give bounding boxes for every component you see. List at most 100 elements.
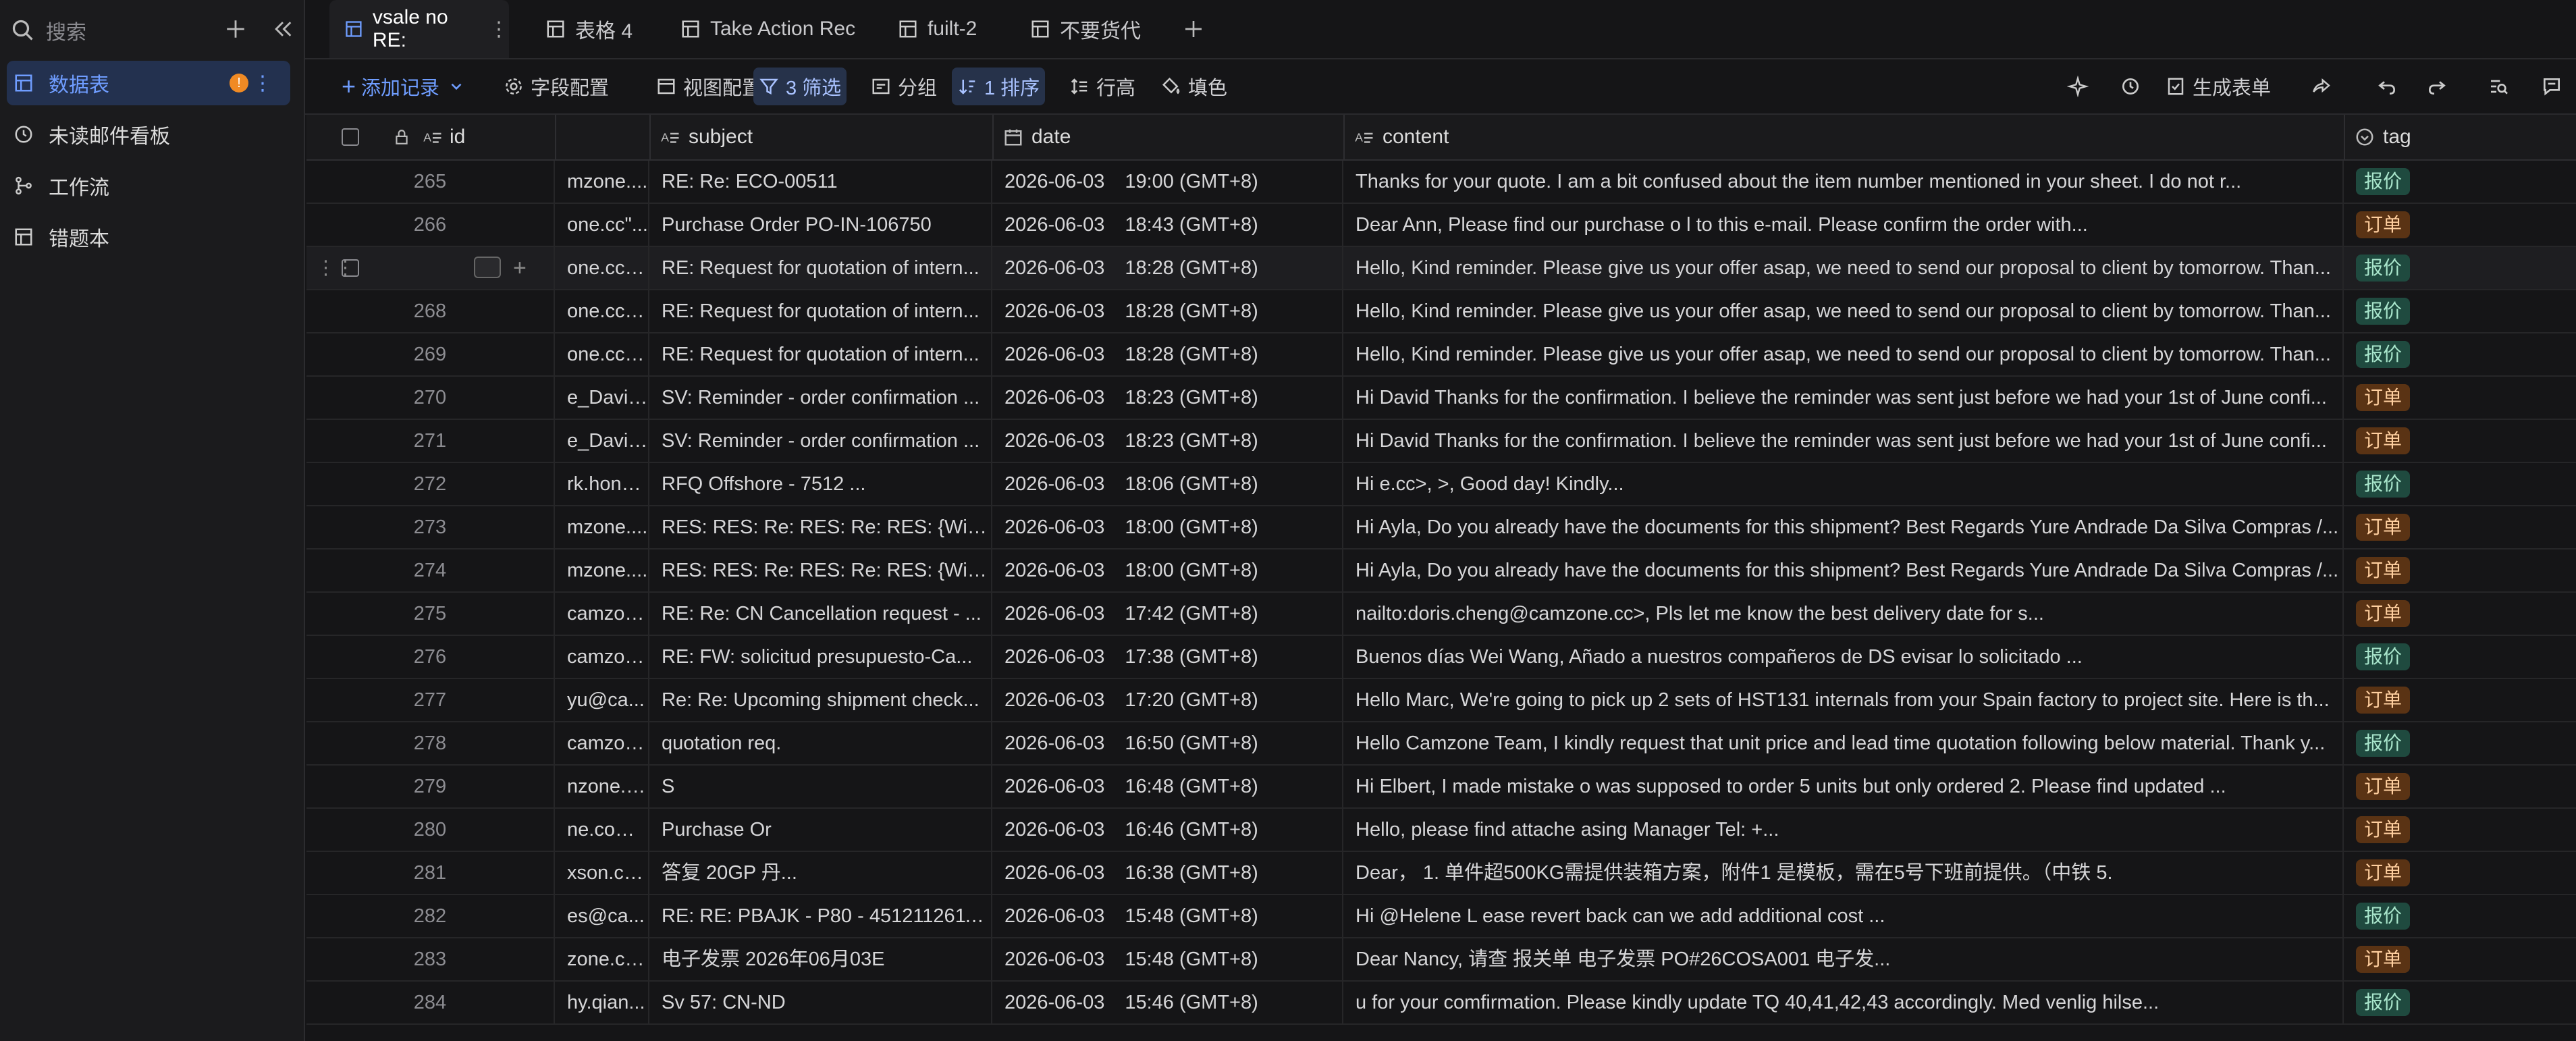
content-cell[interactable]: Hi Ayla, Do you already have the documen…	[1345, 550, 2344, 591]
sender-cell[interactable]: e_David...	[556, 377, 649, 419]
tag-cell[interactable]: 订单	[2345, 377, 2576, 419]
table-row[interactable]: 277 yu@ca... Re: Re: Upcoming shipment che…	[306, 679, 2576, 722]
redo-icon[interactable]	[2418, 68, 2456, 105]
chevron-down-icon[interactable]	[448, 78, 465, 95]
content-cell[interactable]: Hi e.cc>, >, Good day! Kindly...	[1345, 463, 2344, 505]
table-row[interactable]: 266 one.cc"... Purchase Order PO-IN-106750…	[306, 204, 2576, 247]
table-row[interactable]: 275 camzon... RE: Re: CN Cancellation requ…	[306, 593, 2576, 636]
date-cell[interactable]: 2026-06-03 18:28 (GMT+8)	[994, 333, 1343, 375]
content-cell[interactable]: Hi David Thanks for the confirmation. I …	[1345, 420, 2344, 462]
sender-cell[interactable]: one.cc" ...	[556, 333, 649, 375]
column-header-subject[interactable]: A subject	[651, 115, 994, 159]
content-cell[interactable]: Hello Marc, We're going to pick up 2 set…	[1345, 679, 2344, 721]
tab-take-action-rec[interactable]: Take Action Rec	[680, 0, 855, 58]
content-cell[interactable]: Hi Elbert, I made mistake o was supposed…	[1345, 766, 2344, 807]
table-row[interactable]: 280 ne.com"... Purchase Or Hello, please fi…	[306, 809, 2576, 852]
sender-cell[interactable]: e_David...	[556, 420, 649, 462]
date-cell[interactable]: 2026-06-03 18:00 (GMT+8)	[994, 506, 1343, 548]
sender-cell[interactable]: camzon...	[556, 636, 649, 678]
column-header-date[interactable]: date	[994, 115, 1345, 159]
content-cell[interactable]: Hello, please find attache asing Manager…	[1345, 809, 2344, 851]
date-cell[interactable]: 2026-06-03 15:46 (GMT+8)	[994, 982, 1343, 1023]
column-header-from[interactable]	[556, 115, 651, 159]
content-cell[interactable]: Dear Ann, Please find our purchase o l t…	[1345, 204, 2344, 246]
tag-cell[interactable]: 报价	[2345, 333, 2576, 375]
tag-cell[interactable]: 订单	[2345, 679, 2576, 721]
tag-cell[interactable]: 订单	[2345, 204, 2576, 246]
column-header-tag[interactable]: tag	[2345, 115, 2575, 159]
content-cell[interactable]: Dear Nancy, 请查 报关单 电子发票 PO#26COSA001 电子发…	[1345, 938, 2344, 980]
content-cell[interactable]: Hi David Thanks for the confirmation. I …	[1345, 377, 2344, 419]
sender-cell[interactable]: mzone....	[556, 506, 649, 548]
view-config-button[interactable]: 视图配置	[651, 68, 767, 105]
tag-cell[interactable]: 报价	[2345, 636, 2576, 678]
undo-icon[interactable]	[2368, 68, 2406, 105]
subject-cell[interactable]: 电子发票 2026年06月03E	[651, 938, 992, 980]
tag-cell[interactable]: 订单	[2345, 938, 2576, 980]
sort-button[interactable]: 1 排序	[952, 68, 1046, 105]
subject-cell[interactable]: RFQ Offshore - 7512 ...	[651, 463, 992, 505]
column-header-id[interactable]: A id	[306, 115, 556, 159]
table-row[interactable]: 279 nzone.c... S Hi Elbert, I made mistake …	[306, 766, 2576, 809]
add-record-button[interactable]: + 添加记录	[336, 68, 471, 105]
subject-cell[interactable]: RE: FW: solicitud presupuesto-Ca...	[651, 636, 992, 678]
tab-no-forwarder[interactable]: 不要货代	[1030, 0, 1141, 58]
subject-cell[interactable]: Re: Re: Upcoming shipment check...	[651, 679, 992, 721]
subject-cell[interactable]: Purchase Order PO-IN-106750	[651, 204, 992, 246]
subject-cell[interactable]: SV: Reminder - order confirmation ...	[651, 377, 992, 419]
sender-cell[interactable]: camzon...	[556, 593, 649, 635]
content-cell[interactable]: Hi Ayla, Do you already have the documen…	[1345, 506, 2344, 548]
table-row[interactable]: 276 camzon... RE: FW: solicitud presupuest…	[306, 636, 2576, 679]
more-icon[interactable]: ⋮	[489, 18, 509, 41]
content-cell[interactable]: Hello Camzone Team, I kindly request tha…	[1345, 722, 2344, 764]
table-row[interactable]: 273 mzone.... RES: RES: Re: RES: Re: RES: …	[306, 506, 2576, 550]
share-icon[interactable]	[2302, 68, 2340, 105]
sender-cell[interactable]: nzone.c...	[556, 766, 649, 807]
date-cell[interactable]: 2026-06-03 17:20 (GMT+8)	[994, 679, 1343, 721]
date-cell[interactable]: 2026-06-03 18:23 (GMT+8)	[994, 377, 1343, 419]
field-config-button[interactable]: 字段配置	[498, 68, 614, 105]
table-row[interactable]: 272 rk.hong... RFQ Offshore - 7512 ... Hi e…	[306, 463, 2576, 506]
tag-cell[interactable]: 订单	[2345, 809, 2576, 851]
content-cell[interactable]: nailto:doris.cheng@camzone.cc>, Pls let …	[1345, 593, 2344, 635]
subject-cell[interactable]: RE: Request for quotation of intern...	[651, 290, 992, 332]
sidebar-item-datatable[interactable]: 数据表 ! ⋮	[7, 61, 290, 105]
table-row[interactable]: 270 e_David... SV: Reminder - order confir…	[306, 377, 2576, 420]
row-height-button[interactable]: 行高	[1064, 68, 1141, 105]
table-row[interactable]: 265 mzone.... RE: Re: ECO-00511 Thanks for …	[306, 161, 2576, 204]
comment-icon[interactable]	[2533, 68, 2571, 105]
tag-cell[interactable]: 报价	[2345, 982, 2576, 1023]
sender-cell[interactable]: mzone....	[556, 161, 649, 203]
subject-cell[interactable]: 答复 20GP 丹...	[651, 852, 992, 894]
tag-cell[interactable]: 报价	[2345, 895, 2576, 937]
automation-icon[interactable]	[2112, 68, 2149, 105]
more-icon[interactable]: ⋮	[252, 72, 273, 95]
content-cell[interactable]: Thanks for your quote. I am a bit confus…	[1345, 161, 2344, 203]
date-cell[interactable]: 2026-06-03 16:46 (GMT+8)	[994, 809, 1343, 851]
sender-cell[interactable]: zone.cc"...	[556, 938, 649, 980]
generate-form-button[interactable]: 生成表单	[2160, 68, 2276, 105]
date-cell[interactable]: 2026-06-03 19:00 (GMT+8)	[994, 161, 1343, 203]
collapse-sidebar-icon[interactable]	[271, 18, 294, 41]
date-cell[interactable]: 2026-06-03 16:48 (GMT+8)	[994, 766, 1343, 807]
table-row[interactable]: 284 hy.qian... Sv 57: CN-ND u for your com…	[306, 982, 2576, 1025]
date-cell[interactable]: 2026-06-03 18:06 (GMT+8)	[994, 463, 1343, 505]
tag-cell[interactable]: 报价	[2345, 247, 2576, 289]
sender-cell[interactable]: one.cc" ...	[556, 290, 649, 332]
expand-record-icon[interactable]	[474, 257, 501, 278]
content-cell[interactable]: Hello, Kind reminder. Please give us you…	[1345, 333, 2344, 375]
content-cell[interactable]: Buenos días Wei Wang, Añado a nuestros c…	[1345, 636, 2344, 678]
date-cell[interactable]: 2026-06-03 15:48 (GMT+8)	[994, 938, 1343, 980]
content-cell[interactable]: Hi @Helene L ease revert back can we add…	[1345, 895, 2344, 937]
tab-fuilt-2[interactable]: fuilt-2	[898, 0, 977, 58]
add-icon[interactable]	[224, 18, 247, 41]
group-button[interactable]: 分组	[865, 68, 942, 105]
table-row[interactable]: 268 one.cc" ... RE: Request for quotation …	[306, 290, 2576, 333]
tag-cell[interactable]: 订单	[2345, 506, 2576, 548]
subject-cell[interactable]: RES: RES: Re: RES: Re: RES: {Wind...	[651, 506, 992, 548]
sender-cell[interactable]: xson.co...	[556, 852, 649, 894]
table-row[interactable]: 269 one.cc" ... RE: Request for quotation …	[306, 333, 2576, 377]
date-cell[interactable]: 2026-06-03 18:00 (GMT+8)	[994, 550, 1343, 591]
sender-cell[interactable]: hy.qian...	[556, 982, 649, 1023]
tab-vsale[interactable]: vsale no RE: ⋮	[329, 0, 509, 58]
